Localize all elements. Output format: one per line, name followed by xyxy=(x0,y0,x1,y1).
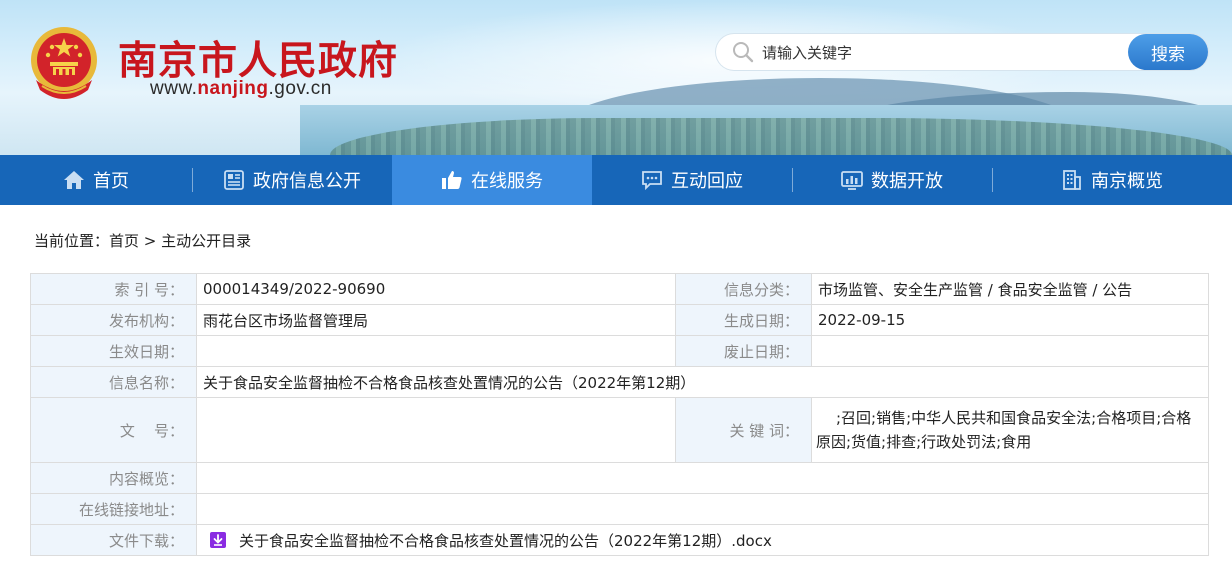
chart-icon xyxy=(841,169,863,191)
file-download-link[interactable]: 关于食品安全监督抽检不合格食品核查处置情况的公告（2022年第12期）.docx xyxy=(239,532,772,550)
file-download-cell: 关于食品安全监督抽检不合格食品核查处置情况的公告（2022年第12期）.docx xyxy=(196,524,1209,556)
index-no-label: 索 引 号： xyxy=(30,273,197,305)
nav-item-gov-info[interactable]: 政府信息公开 xyxy=(192,155,392,205)
publisher-value: 雨花台区市场监督管理局 xyxy=(196,304,676,336)
site-header: 南京市人民政府 www.nanjing.gov.cn 搜索 xyxy=(0,0,1232,155)
effective-date-value xyxy=(196,335,676,367)
summary-label: 内容概览： xyxy=(30,462,197,494)
nav-item-label: 数据开放 xyxy=(871,171,943,192)
publisher-label: 发布机构： xyxy=(30,304,197,336)
doc-no-label: 文 号： xyxy=(30,397,197,463)
keywords-value: ;召回;销售;中华人民共和国食品安全法;合格项目;合格原因;货值;排查;行政处罚… xyxy=(811,397,1209,463)
category-value: 市场监管、安全生产监管 / 食品安全监管 / 公告 xyxy=(811,273,1209,305)
table-row: 索 引 号： 000014349/2022-90690 信息分类： 市场监管、安… xyxy=(30,273,1209,305)
chat-icon xyxy=(641,169,663,191)
table-row: 信息名称： 关于食品安全监督抽检不合格食品核查处置情况的公告（2022年第12期… xyxy=(30,366,1209,398)
breadcrumb-prefix: 当前位置： xyxy=(34,232,110,250)
thumbs-up-icon xyxy=(441,169,463,191)
category-label: 信息分类： xyxy=(675,273,812,305)
breadcrumb-separator: > xyxy=(139,232,162,250)
search-button[interactable]: 搜索 xyxy=(1128,34,1208,70)
building-icon xyxy=(1061,169,1083,191)
nav-item-label: 南京概览 xyxy=(1091,171,1163,192)
table-row: 在线链接地址： xyxy=(30,493,1209,525)
nav-item-label: 互动回应 xyxy=(671,171,743,192)
nav-item-label: 在线服务 xyxy=(471,171,543,192)
site-url-suffix: .gov.cn xyxy=(268,78,332,99)
breadcrumb-current[interactable]: 主动公开目录 xyxy=(161,232,251,250)
keywords-label: 关 键 词： xyxy=(675,397,812,463)
repeal-date-label: 废止日期： xyxy=(675,335,812,367)
nav-item-open-data[interactable]: 数据开放 xyxy=(792,155,992,205)
site-url-brand: nanjing xyxy=(197,78,269,99)
nav-item-interaction[interactable]: 互动回应 xyxy=(592,155,792,205)
doc-no-value xyxy=(196,397,676,463)
document-icon xyxy=(223,169,245,191)
breadcrumb-home-link[interactable]: 首页 xyxy=(109,232,139,250)
keywords-text: ;召回;销售;中华人民共和国食品安全法;合格项目;合格原因;货值;排查;行政处罚… xyxy=(816,409,1192,451)
table-row: 内容概览： xyxy=(30,462,1209,494)
nav-item-home[interactable]: 首页 xyxy=(0,155,192,205)
site-url: www.nanjing.gov.cn xyxy=(150,78,332,100)
online-link-value xyxy=(196,493,1209,525)
nav-item-nanjing-overview[interactable]: 南京概览 xyxy=(992,155,1232,205)
table-row: 文件下载： 关于食品安全监督抽检不合格食品核查处置情况的公告（2022年第12期… xyxy=(30,524,1209,556)
index-no-value: 000014349/2022-90690 xyxy=(196,273,676,305)
breadcrumb: 当前位置：首页 > 主动公开目录 xyxy=(34,230,251,251)
search-input[interactable] xyxy=(760,40,1124,66)
summary-value xyxy=(196,462,1209,494)
info-name-value: 关于食品安全监督抽检不合格食品核查处置情况的公告（2022年第12期） xyxy=(196,366,1209,398)
nav-item-label: 政府信息公开 xyxy=(253,171,361,192)
home-icon xyxy=(63,169,85,191)
file-download-label: 文件下载： xyxy=(30,524,197,556)
table-row: 发布机构： 雨花台区市场监督管理局 生成日期： 2022-09-15 xyxy=(30,304,1209,336)
table-row: 文 号： 关 键 词： ;召回;销售;中华人民共和国食品安全法;合格项目;合格原… xyxy=(30,397,1209,463)
online-link-label: 在线链接地址： xyxy=(30,493,197,525)
national-emblem-icon xyxy=(31,27,97,99)
nav-item-online-service[interactable]: 在线服务 xyxy=(392,155,592,205)
info-table: 索 引 号： 000014349/2022-90690 信息分类： 市场监管、安… xyxy=(30,273,1209,556)
download-icon[interactable] xyxy=(209,531,227,549)
info-name-label: 信息名称： xyxy=(30,366,197,398)
effective-date-label: 生效日期： xyxy=(30,335,197,367)
site-url-prefix: www. xyxy=(150,78,198,99)
table-row: 生效日期： 废止日期： xyxy=(30,335,1209,367)
search-icon xyxy=(733,42,754,63)
created-date-value: 2022-09-15 xyxy=(811,304,1209,336)
main-nav: 首页 政府信息公开 在线服务 互动回应 数据开放 南京概览 xyxy=(0,155,1232,205)
created-date-label: 生成日期： xyxy=(675,304,812,336)
search-box: 搜索 xyxy=(716,34,1208,70)
nav-item-label: 首页 xyxy=(93,171,129,192)
repeal-date-value xyxy=(811,335,1209,367)
